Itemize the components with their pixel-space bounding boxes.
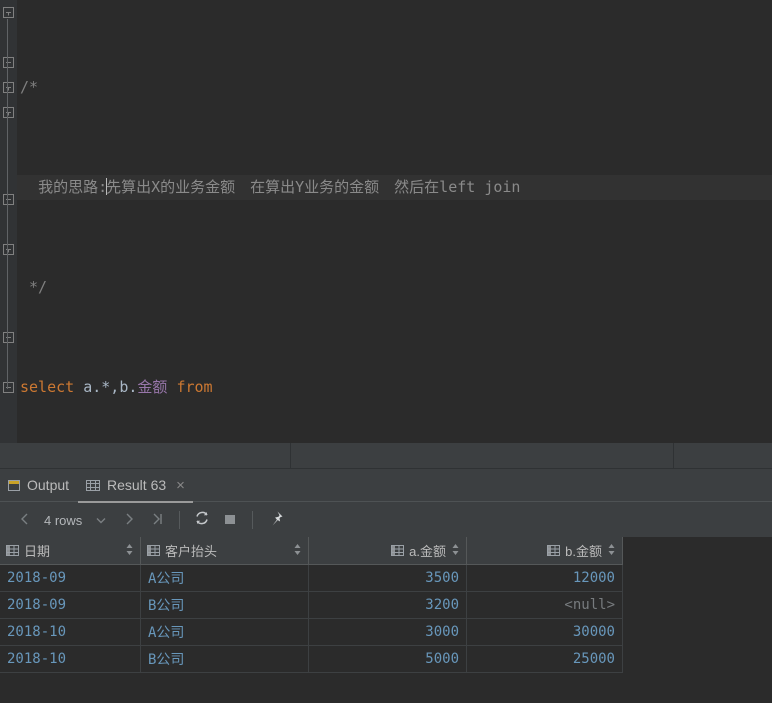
cell-a-jine[interactable]: 3200 [308,591,467,619]
tab-result-63[interactable]: Result 63 × [78,469,193,503]
column-header-label: 日期 [24,544,51,559]
fold-marker-group-a[interactable] [2,193,15,206]
fold-marker-comment-end[interactable] [2,56,15,69]
rows-dropdown-button[interactable] [88,507,114,533]
results-tabbar[interactable]: Output Result 63 × [0,469,772,503]
cell-riqi[interactable]: 2018-10 [0,645,141,673]
console-icon [8,479,21,492]
comment-lead: 我的思路: [38,178,108,196]
code-line-3[interactable]: */ [17,275,772,300]
cell-riqi[interactable]: 2018-09 [0,564,141,592]
fold-marker-subquery-a[interactable] [2,106,15,119]
panel-divider [0,443,772,469]
table-header-row: 日期 客户抬头 a.金额 b.金额 [0,537,623,565]
fold-marker-comment[interactable] [2,6,15,19]
fold-marker-subquery-b[interactable] [2,243,15,256]
column-header-label: 客户抬头 [165,544,218,559]
prev-page-icon [18,511,32,530]
chevron-down-icon [95,511,107,530]
col-jine: 金额 [137,378,168,396]
results-toolbar[interactable]: 4 rows [0,502,772,538]
cell-kehu[interactable]: B公司 [140,645,309,673]
code-line-1[interactable]: /* [17,75,772,100]
cell-riqi[interactable]: 2018-09 [0,591,141,619]
code-area[interactable]: /* 我的思路:先算出X的业务金额 在算出Y业务的金额 然后在left join… [17,0,772,443]
close-icon[interactable]: × [176,478,185,493]
code-line-2[interactable]: 我的思路:先算出X的业务金额 在算出Y业务的金额 然后在left join [17,175,772,200]
results-panel: Output Result 63 × 4 rows 日期 客户抬头 a.金额 b… [0,469,772,703]
kw-select: select [20,378,75,396]
tab-output[interactable]: Output [0,469,77,501]
table-row[interactable]: 2018-10 B公司 5000 25000 [0,645,623,673]
rows-count-label[interactable]: 4 rows [40,513,86,528]
toolbar-separator-1 [179,511,181,529]
fold-marker-order[interactable] [2,381,15,394]
result-table: 日期 客户抬头 a.金额 b.金额 2018-09 A公司 3500 12000… [0,537,623,673]
fold-marker-group-b[interactable] [2,331,15,344]
toolbar-separator-2 [252,511,254,529]
cell-riqi[interactable]: 2018-10 [0,618,141,646]
column-header-kehu[interactable]: 客户抬头 [140,537,309,565]
table-row[interactable]: 2018-10 A公司 3000 30000 [0,618,623,646]
column-table-icon [391,545,405,556]
column-header-riqi[interactable]: 日期 [0,537,141,565]
next-page-button[interactable] [116,507,142,533]
table-row[interactable]: 2018-09 B公司 3200 <null> [0,591,623,619]
cell-b-jine[interactable]: 12000 [466,564,623,592]
refresh-button[interactable] [189,507,215,533]
sql-ide-window: /* 我的思路:先算出X的业务金额 在算出Y业务的金额 然后在left join… [0,0,772,703]
select-list: a.*,b. [74,378,138,396]
table-body: 2018-09 A公司 3500 12000 2018-09 B公司 3200 … [0,564,623,673]
cell-kehu[interactable]: B公司 [140,591,309,619]
comment-text: 先算出X的业务金额 在算出Y业务的金额 然后在 [106,178,440,196]
tab-result-63-label: Result 63 [107,477,167,493]
column-table-icon [6,545,19,556]
cell-a-jine[interactable]: 5000 [308,645,467,673]
stop-icon [223,511,237,530]
stop-button[interactable] [217,507,243,533]
cell-a-jine[interactable]: 3500 [308,564,467,592]
cell-b-jine[interactable]: <null> [466,591,623,619]
column-header-a-jine[interactable]: a.金额 [308,537,467,565]
sort-icon[interactable] [293,543,302,559]
pin-button[interactable] [262,507,288,533]
sort-icon[interactable] [607,543,616,559]
column-table-icon [147,545,160,556]
column-table-icon [547,545,561,556]
table-row[interactable]: 2018-09 A公司 3500 12000 [0,564,623,592]
column-header-label: b.金额 [565,544,602,559]
result-grid[interactable]: 日期 客户抬头 a.金额 b.金额 2018-09 A公司 3500 12000… [0,537,772,703]
column-header-b-jine[interactable]: b.金额 [466,537,623,565]
comment-open: /* [20,78,39,96]
prev-page-button[interactable] [12,507,38,533]
cell-kehu[interactable]: A公司 [140,618,309,646]
comment-keyword: left join [439,178,521,196]
code-line-4[interactable]: select a.*,b.金额 from [17,375,772,400]
last-page-button[interactable] [144,507,170,533]
editor-gutter[interactable] [0,0,17,443]
cell-b-jine[interactable]: 25000 [466,645,623,673]
pin-icon [267,510,284,531]
column-header-label: a.金额 [409,544,446,559]
cell-b-jine[interactable]: 30000 [466,618,623,646]
sql-editor[interactable]: /* 我的思路:先算出X的业务金额 在算出Y业务的金额 然后在left join… [0,0,772,443]
table-icon [86,479,101,492]
cell-a-jine[interactable]: 3000 [308,618,467,646]
kw-from: from [176,378,213,396]
fold-marker-select[interactable] [2,81,15,94]
cell-kehu[interactable]: A公司 [140,564,309,592]
refresh-icon [194,510,210,530]
sort-icon[interactable] [451,543,460,559]
next-page-icon [122,511,136,530]
comment-close: */ [29,278,48,296]
sort-icon[interactable] [125,543,134,559]
tab-output-label: Output [27,477,70,493]
last-page-icon [150,511,164,530]
